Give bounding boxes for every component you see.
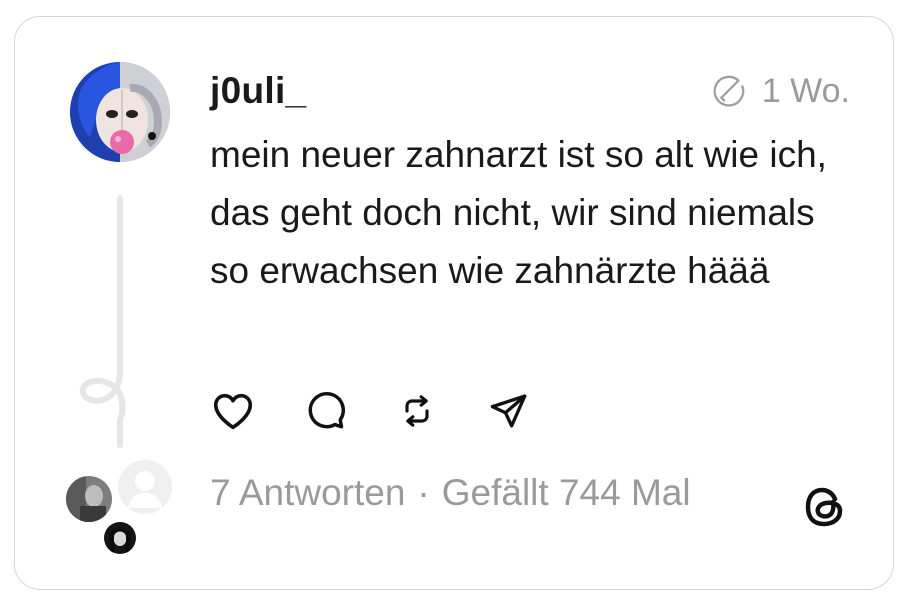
username[interactable]: j0uli_ xyxy=(210,70,306,112)
heart-icon xyxy=(213,393,253,430)
repost-icon xyxy=(405,395,429,427)
action-bar xyxy=(208,386,576,436)
like-button[interactable] xyxy=(208,386,258,436)
threads-logo-icon xyxy=(805,487,843,527)
post-meta: 1 Wo. xyxy=(710,72,850,111)
repost-button[interactable] xyxy=(392,386,442,436)
replier-avatar[interactable] xyxy=(104,522,136,554)
post-text: mein neuer zahnarzt ist so alt wie ich, … xyxy=(210,134,827,291)
replies-count[interactable]: 7 Antworten xyxy=(210,472,405,514)
share-button[interactable] xyxy=(484,386,534,436)
reply-button[interactable] xyxy=(300,386,350,436)
avatar[interactable] xyxy=(70,62,170,162)
replier-avatar-placeholder[interactable] xyxy=(118,460,172,514)
stats-separator: · xyxy=(417,472,430,513)
replier-avatar[interactable] xyxy=(66,476,112,522)
post-stats: 7 Antworten · Gefällt 744 Mal xyxy=(210,472,691,514)
post-time: 1 Wo. xyxy=(761,72,850,110)
send-icon xyxy=(490,394,527,428)
likes-count[interactable]: Gefällt 744 Mal xyxy=(442,472,691,514)
edit-circle-icon xyxy=(713,75,745,107)
speech-bubble-icon xyxy=(308,391,346,429)
